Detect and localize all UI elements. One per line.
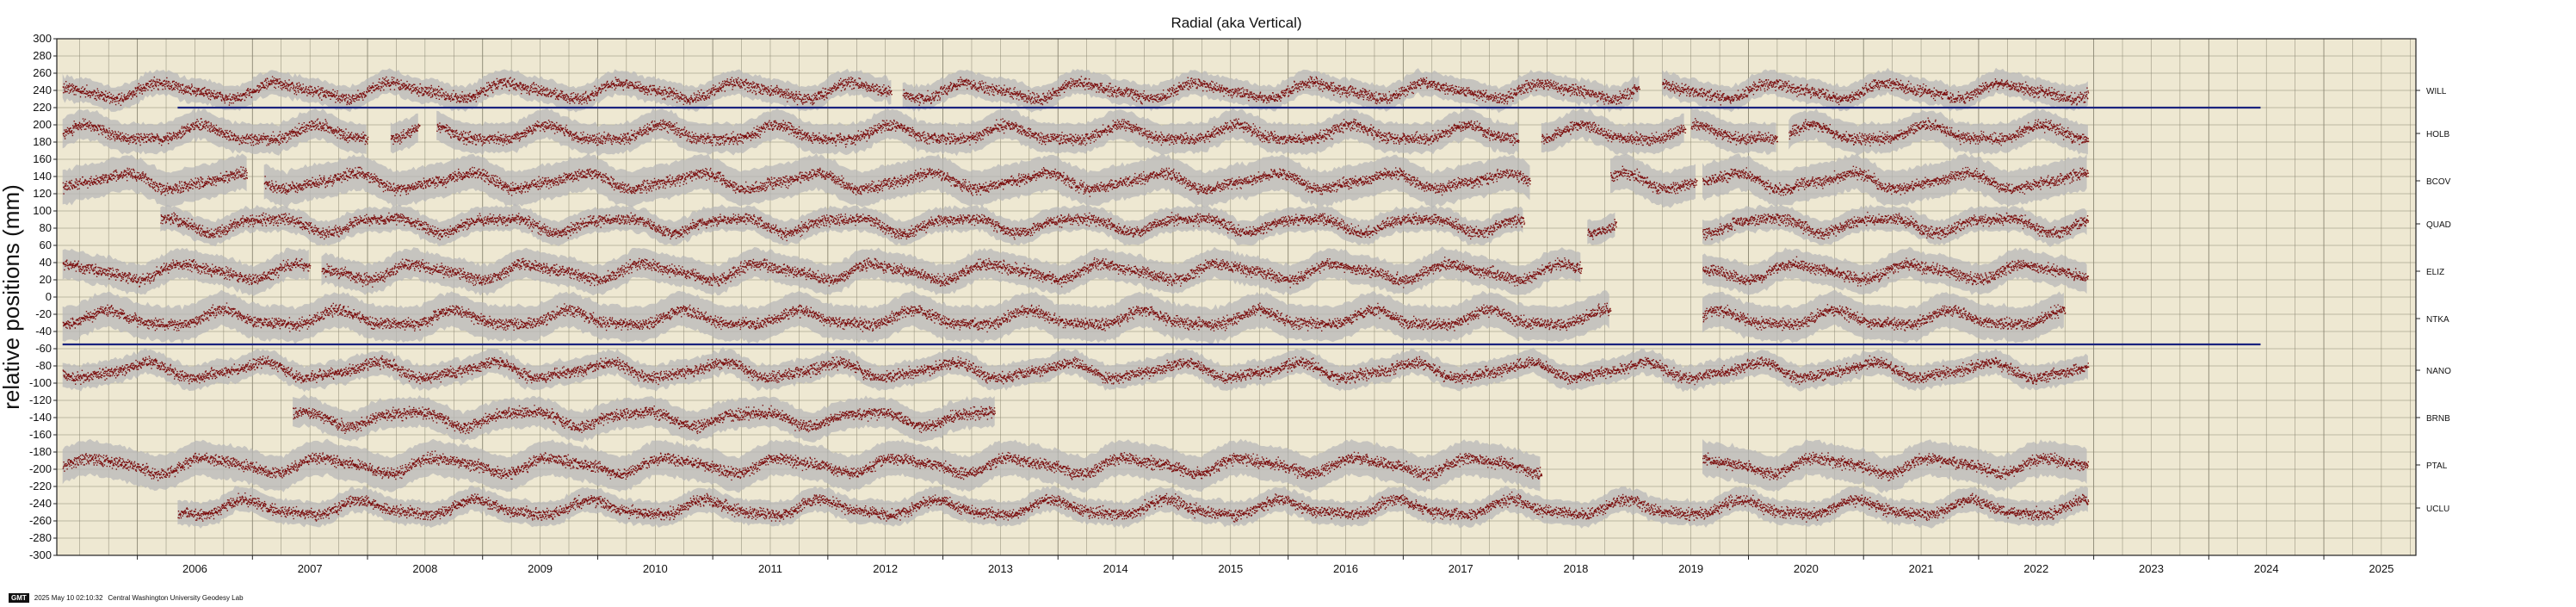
y-tick-label: -140 (29, 411, 52, 424)
station-label-bcov: BCOV (2426, 177, 2451, 187)
y-tick-label: -100 (29, 376, 52, 389)
footer-stamp: GMT 2025 May 10 02:10:32 Central Washing… (9, 592, 244, 603)
y-tick-label: -180 (29, 445, 52, 458)
y-tick-label: -60 (35, 342, 52, 355)
y-tick-label: 60 (40, 238, 52, 251)
y-tick-label: 120 (33, 187, 52, 200)
y-axis-label: relative positions (mm) (0, 184, 24, 410)
radial-timeseries-chart: Radial (aka Vertical) relative positions… (0, 15, 2451, 575)
y-tick-label: -160 (29, 428, 52, 441)
y-tick-label: 200 (33, 118, 52, 131)
gmt-logo: GMT (9, 592, 29, 603)
x-tick-label: 2006 (182, 562, 207, 575)
y-tick-labels: 3002802602402202001801601401201008060402… (29, 32, 57, 561)
x-tick-label: 2014 (1103, 562, 1128, 575)
x-tick-label: 2010 (643, 562, 668, 575)
y-tick-label: -40 (35, 325, 52, 338)
y-tick-label: -200 (29, 462, 52, 475)
x-tick-label: 2018 (1563, 562, 1588, 575)
y-tick-label: 280 (33, 49, 52, 62)
station-labels: WILL HOLB BCOV QUAD ELIZ NTKA NANO BRNB PTAL UCLU (2416, 87, 2451, 514)
x-tick-label: 2008 (412, 562, 437, 575)
station-label-holb: HOLB (2426, 130, 2450, 139)
x-tick-label: 2015 (1218, 562, 1243, 575)
x-tick-label: 2011 (758, 562, 782, 575)
x-tick-label: 2012 (873, 562, 898, 575)
chart-title: Radial (aka Vertical) (1171, 15, 1301, 31)
station-label-nano: NANO (2426, 367, 2451, 376)
x-tick-label: 2021 (1909, 562, 1934, 575)
x-tick-label: 2025 (2369, 562, 2394, 575)
y-tick-label: 240 (33, 84, 52, 96)
station-label-ntka: NTKA (2426, 315, 2449, 325)
y-tick-label: 20 (40, 273, 52, 286)
x-tick-label: 2007 (298, 562, 323, 575)
y-tick-label: 100 (33, 204, 52, 217)
x-tick-label: 2009 (528, 562, 553, 575)
y-tick-label: 160 (33, 152, 52, 165)
y-tick-label: -280 (29, 531, 52, 544)
y-tick-label: 140 (33, 170, 52, 183)
x-tick-label: 2017 (1449, 562, 1473, 575)
station-label-quad: QUAD (2426, 220, 2451, 230)
footer-timestamp: 2025 May 10 02:10:32 (34, 593, 103, 602)
y-tick-label: 260 (33, 66, 52, 79)
y-tick-label: -240 (29, 497, 52, 510)
station-label-brnb: BRNB (2426, 414, 2450, 424)
y-tick-label: -220 (29, 480, 52, 492)
station-label-uclu: UCLU (2426, 505, 2449, 514)
y-tick-label: -20 (35, 307, 52, 320)
x-tick-label: 2024 (2254, 562, 2279, 575)
x-tick-label: 2020 (1794, 562, 1819, 575)
y-tick-label: -120 (29, 393, 52, 406)
x-tick-label: 2016 (1333, 562, 1358, 575)
footer-credit: Central Washington University Geodesy La… (108, 593, 244, 602)
y-tick-label: -300 (29, 548, 52, 561)
y-tick-label: 0 (46, 290, 52, 303)
y-tick-label: -260 (29, 514, 52, 527)
station-label-ptal: PTAL (2426, 461, 2448, 471)
x-tick-label: 2019 (1678, 562, 1703, 575)
x-tick-labels: 2006 2007 2008 2009 2010 2011 2012 2013 2014 2015… (137, 555, 2394, 575)
station-label-will: WILL (2426, 87, 2447, 96)
x-tick-label: 2013 (988, 562, 1013, 575)
y-tick-label: 300 (33, 32, 52, 45)
station-label-eliz: ELIZ (2426, 268, 2444, 277)
y-tick-label: -80 (35, 359, 52, 372)
x-tick-label: 2023 (2139, 562, 2164, 575)
y-tick-label: 40 (40, 256, 52, 269)
y-tick-label: 80 (40, 221, 52, 234)
y-tick-label: 220 (33, 101, 52, 114)
y-tick-label: 180 (33, 135, 52, 148)
x-tick-label: 2022 (2023, 562, 2048, 575)
